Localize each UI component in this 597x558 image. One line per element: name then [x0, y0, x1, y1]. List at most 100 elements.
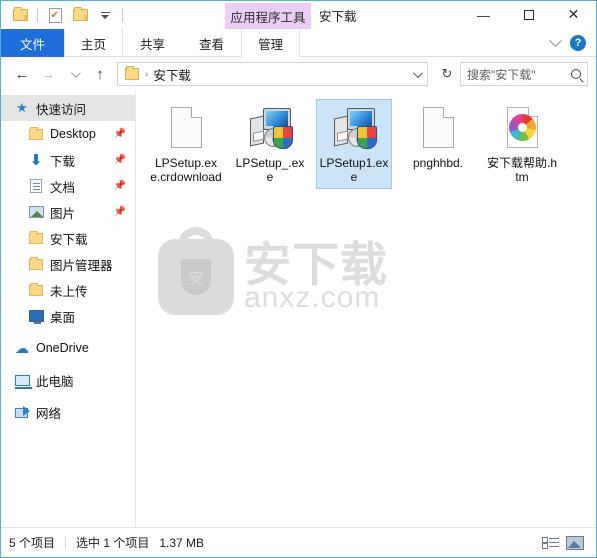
chevron-down-icon — [70, 67, 81, 78]
pin-icon[interactable]: 📌 — [114, 207, 126, 218]
folder-icon — [27, 256, 45, 270]
quick-access-toolbar — [1, 4, 126, 26]
ribbon-tab-bar: 文件 主页 共享 查看 管理 ? — [1, 29, 596, 57]
sidebar-item-quick-access[interactable]: ★ 快速访问 — [1, 95, 135, 121]
blank-file-icon — [162, 104, 210, 152]
status-item-count: 5 个项目 — [9, 536, 56, 550]
ribbon-right-controls: ? — [549, 29, 592, 57]
close-button[interactable]: ✕ — [551, 1, 596, 29]
search-icon[interactable] — [571, 69, 581, 79]
refresh-icon: ↻ — [441, 66, 453, 82]
breadcrumb-bar[interactable]: › 安下载 — [117, 62, 428, 86]
forward-icon: → — [40, 65, 56, 83]
breadcrumb-folder-icon — [125, 66, 139, 80]
qat-new-folder-icon[interactable] — [69, 4, 91, 26]
star-icon: ★ — [16, 100, 28, 115]
breadcrumb-item-0[interactable]: 安下载 — [153, 65, 191, 84]
file-name: LPSetup.exe.crdownload — [150, 156, 222, 184]
file-list-pane[interactable]: LPSetup.exe.crdownload LPSetup_.exe LPSe… — [135, 91, 596, 527]
back-button[interactable]: ← — [9, 61, 35, 87]
address-bar: ← → ↑ › 安下载 ↻ 搜索"安下载" — [1, 57, 596, 91]
qat-folder-icon[interactable] — [9, 4, 31, 26]
file-item[interactable]: LPSetup_.exe — [232, 99, 308, 189]
sidebar-item-downloads[interactable]: ⬇ 下载 📌 — [1, 147, 135, 173]
sidebar-item-label: 图片管理器 — [50, 258, 113, 273]
watermark-shield-glyph: 安 — [181, 259, 211, 295]
tab-view[interactable]: 查看 — [182, 29, 241, 57]
sidebar-item-desktop-en[interactable]: Desktop 📌 — [1, 121, 135, 147]
folder-icon — [27, 230, 45, 244]
folder-icon — [27, 126, 45, 140]
application-tools-contextual-tab[interactable]: 应用程序工具 — [225, 3, 311, 29]
tab-view-label: 查看 — [199, 37, 225, 52]
minimize-icon: — — [477, 7, 490, 23]
blank-file-icon — [414, 104, 462, 152]
pin-icon[interactable]: 📌 — [114, 129, 126, 140]
chevron-down-icon — [100, 11, 110, 19]
folder-icon — [27, 282, 45, 296]
file-name: LPSetup_.exe — [235, 156, 305, 184]
up-button[interactable]: ↑ — [87, 61, 113, 87]
sidebar-item-label: 桌面 — [50, 310, 76, 325]
minimize-button[interactable]: — — [461, 1, 506, 29]
onedrive-icon: ☁ — [15, 340, 29, 356]
file-item[interactable]: LPSetup.exe.crdownload — [148, 99, 224, 189]
explorer-window: 应用程序工具 安下载 — ✕ 文件 主页 共享 查看 管理 ? ← — [0, 0, 597, 558]
sidebar-item-picture-manager[interactable]: 图片管理器 — [1, 251, 135, 277]
title-bar: 应用程序工具 安下载 — ✕ — [1, 1, 596, 29]
sidebar-item-anxiazai[interactable]: 安下载 — [1, 225, 135, 251]
close-icon: ✕ — [567, 7, 580, 23]
application-tools-label: 应用程序工具 — [230, 10, 306, 25]
qat-separator-2 — [122, 8, 123, 22]
recent-locations-button[interactable] — [61, 61, 87, 87]
view-toggle-buttons — [542, 535, 588, 550]
this-pc-icon — [13, 374, 32, 389]
file-item[interactable]: 安下载帮助.htm — [484, 99, 560, 189]
sidebar-item-documents[interactable]: 文档 📌 — [1, 173, 135, 199]
sidebar-item-desktop-cn[interactable]: 桌面 — [1, 303, 135, 329]
network-icon — [13, 406, 31, 418]
tab-manage-label: 管理 — [258, 37, 284, 52]
details-view-icon[interactable] — [542, 536, 559, 550]
file-name: LPSetup1.exe — [319, 156, 389, 184]
forward-button[interactable]: → — [35, 61, 61, 87]
help-icon[interactable]: ? — [570, 35, 586, 51]
tab-file[interactable]: 文件 — [1, 29, 65, 57]
minimize-ribbon-icon[interactable] — [549, 33, 562, 47]
tab-manage[interactable]: 管理 — [241, 29, 301, 57]
document-icon — [27, 179, 45, 193]
large-icons-view-icon[interactable] — [566, 535, 584, 550]
explorer-body: ★ 快速访问 Desktop 📌 ⬇ 下载 📌 文档 📌 图片 📌 安下载 图片… — [1, 91, 596, 527]
status-selection-count: 选中 1 个项目 — [76, 536, 150, 550]
status-separator — [65, 535, 67, 550]
watermark: 安 安下载 anxz.com — [158, 227, 438, 327]
search-box[interactable]: 搜索"安下载" — [460, 62, 588, 86]
file-item[interactable]: pnghhbd. — [400, 99, 476, 189]
desktop-icon — [27, 310, 45, 324]
back-icon: ← — [14, 65, 30, 83]
refresh-button[interactable]: ↻ — [434, 61, 460, 87]
maximize-button[interactable] — [506, 1, 551, 29]
search-input[interactable]: 搜索"安下载" — [467, 66, 569, 83]
file-item[interactable]: LPSetup1.exe — [316, 99, 392, 189]
tab-share-label: 共享 — [140, 37, 166, 52]
pin-icon[interactable]: 📌 — [114, 181, 126, 192]
tab-file-label: 文件 — [20, 37, 46, 52]
sidebar-item-label: Desktop — [50, 127, 96, 141]
sidebar-item-not-uploaded[interactable]: 未上传 — [1, 277, 135, 303]
sidebar-item-network[interactable]: 网络 — [1, 399, 135, 425]
sidebar-item-label: 安下载 — [50, 232, 88, 247]
pin-icon[interactable]: 📌 — [114, 155, 126, 166]
tab-home[interactable]: 主页 — [64, 29, 124, 57]
file-name: pnghhbd. — [412, 156, 464, 170]
breadcrumb-dropdown-icon[interactable] — [412, 67, 423, 78]
maximize-icon — [523, 10, 534, 20]
sidebar-item-pictures[interactable]: 图片 📌 — [1, 199, 135, 225]
sidebar-item-onedrive[interactable]: ☁ OneDrive — [1, 335, 135, 361]
watermark-bag-icon: 安 — [158, 227, 234, 315]
sidebar-item-label: OneDrive — [36, 341, 89, 355]
qat-customize-dropdown[interactable] — [94, 4, 116, 26]
sidebar-item-this-pc[interactable]: 此电脑 — [1, 367, 135, 393]
tab-share[interactable]: 共享 — [123, 29, 182, 57]
qat-properties-icon[interactable] — [44, 4, 66, 26]
